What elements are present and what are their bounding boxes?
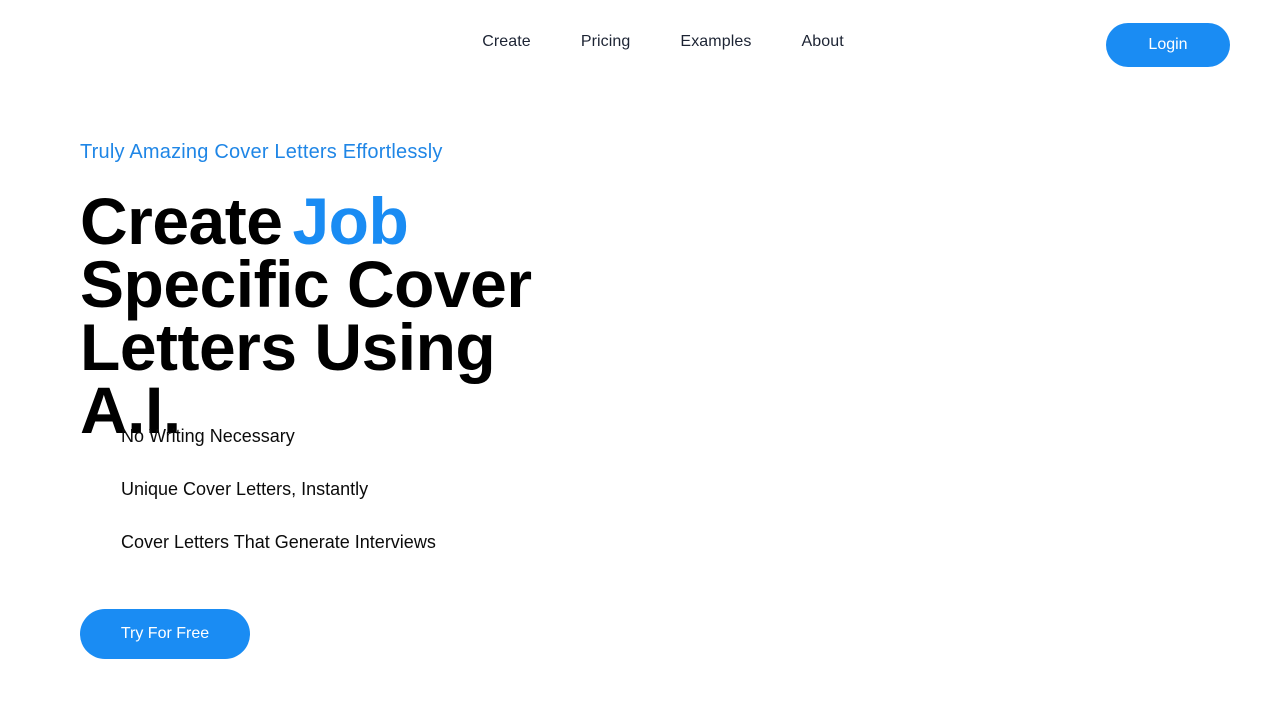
- top-nav: Create Pricing Examples About: [0, 30, 1280, 54]
- feature-list: No Writing Necessary Unique Cover Letter…: [121, 425, 436, 584]
- nav-link-create[interactable]: Create: [482, 33, 531, 51]
- landing-page: Create Pricing Examples About Login Trul…: [0, 0, 1280, 720]
- nav-link-pricing[interactable]: Pricing: [581, 33, 631, 51]
- feature-item: No Writing Necessary: [121, 426, 295, 446]
- feature-item: Cover Letters That Generate Interviews: [121, 532, 436, 552]
- hero-headline: Create Job Specific Cover Letters Using A…: [80, 188, 600, 443]
- nav-links: Create Pricing Examples About: [482, 33, 844, 51]
- try-for-free-button[interactable]: Try For Free: [80, 609, 250, 659]
- login-button[interactable]: Login: [1106, 23, 1230, 67]
- hero-tagline: Truly Amazing Cover Letters Effortlessly: [80, 141, 443, 163]
- feature-item: Unique Cover Letters, Instantly: [121, 479, 369, 499]
- nav-link-about[interactable]: About: [801, 33, 843, 51]
- nav-link-examples[interactable]: Examples: [680, 33, 751, 51]
